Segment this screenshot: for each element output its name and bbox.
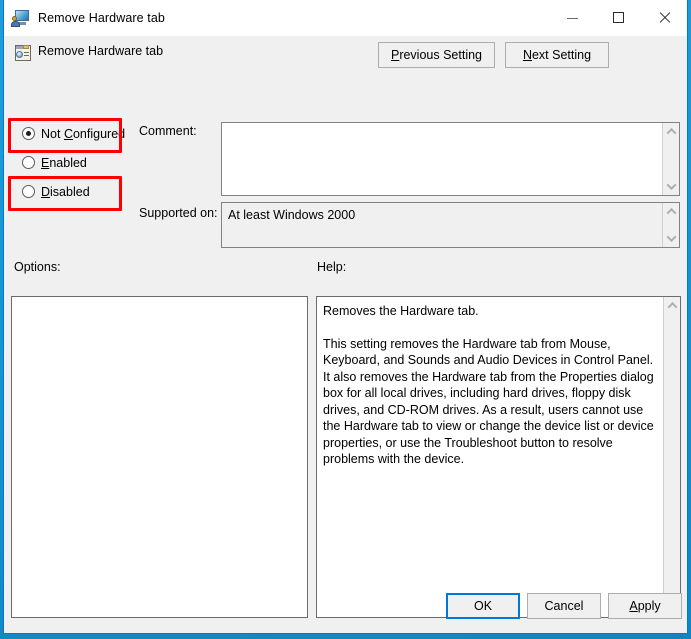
radio-not-configured[interactable]: Not Configured (14, 123, 134, 144)
supported-on-label: Supported on: (139, 206, 218, 220)
next-setting-label-rest: ext Setting (531, 48, 592, 62)
dialog-button-bar: OK Cancel Apply (4, 581, 687, 633)
help-scrollbar[interactable] (663, 297, 680, 617)
group-policy-setting-icon (14, 44, 32, 62)
comment-input[interactable] (222, 123, 662, 195)
radio-enabled-label: Enabled (41, 155, 87, 170)
comment-scroll-down-icon[interactable] (663, 178, 680, 195)
apply-button[interactable]: Apply (608, 593, 682, 619)
close-icon (658, 11, 671, 24)
apply-label-rest: pply (637, 599, 661, 613)
previous-setting-button[interactable]: Previous Setting (377, 42, 495, 68)
options-panel[interactable] (11, 296, 308, 618)
setting-title: Remove Hardware tab (38, 44, 164, 58)
setting-state-radio-group: Not Configured Enabled Disabled (14, 118, 134, 202)
maximize-icon (612, 12, 624, 23)
comment-field[interactable] (221, 122, 680, 196)
minimize-icon (566, 18, 578, 19)
close-button[interactable] (641, 0, 687, 36)
radio-not-configured-indicator (22, 127, 35, 140)
minimize-button[interactable] (549, 0, 595, 36)
options-label: Options: (14, 260, 61, 274)
radio-disabled[interactable]: Disabled (14, 181, 134, 202)
apply-accel: A (629, 599, 638, 613)
window-controls (549, 0, 687, 36)
help-label: Help: (317, 260, 347, 274)
computer-user-icon (11, 9, 30, 27)
cancel-button[interactable]: Cancel (527, 593, 601, 619)
navigation-buttons: Previous Setting Next Setting (377, 42, 609, 68)
radio-not-configured-label: Not Configured (41, 126, 126, 141)
help-paragraph-2: This setting removes the Hardware tab fr… (323, 336, 654, 467)
maximize-button[interactable] (595, 0, 641, 36)
radio-enabled-indicator (22, 156, 35, 169)
radio-disabled-label: Disabled (41, 184, 90, 199)
comment-label: Comment: (139, 124, 197, 138)
comment-scrollbar[interactable] (662, 123, 679, 195)
supported-scroll-up-icon[interactable] (663, 203, 680, 220)
setting-header: Remove Hardware tab Previous Setting Nex… (4, 36, 687, 74)
comment-scroll-up-icon[interactable] (663, 123, 680, 140)
window-title: Remove Hardware tab (38, 10, 165, 25)
supported-on-field: At least Windows 2000 (221, 202, 680, 248)
supported-scroll-down-icon[interactable] (663, 230, 680, 247)
radio-enabled[interactable]: Enabled (14, 152, 134, 173)
supported-on-value: At least Windows 2000 (228, 208, 356, 222)
next-setting-button[interactable]: Next Setting (505, 42, 609, 68)
previous-setting-label-rest: revious Setting (399, 48, 482, 62)
policy-setting-dialog: Remove Hardware tab Remove Hardware tab … (3, 0, 688, 634)
help-text: Removes the Hardware tab. This setting r… (317, 297, 663, 617)
title-bar[interactable]: Remove Hardware tab (4, 0, 687, 36)
dialog-client-area: Remove Hardware tab Previous Setting Nex… (4, 36, 687, 633)
radio-disabled-indicator (22, 185, 35, 198)
previous-setting-accel: P (390, 48, 400, 62)
help-paragraph-spacer (323, 320, 654, 336)
help-paragraph-1: Removes the Hardware tab. (323, 304, 479, 318)
ok-button[interactable]: OK (446, 593, 520, 619)
help-scroll-up-icon[interactable] (664, 297, 681, 314)
help-panel: Removes the Hardware tab. This setting r… (316, 296, 681, 618)
next-setting-accel: N (522, 48, 532, 62)
supported-on-scrollbar[interactable] (662, 203, 679, 247)
